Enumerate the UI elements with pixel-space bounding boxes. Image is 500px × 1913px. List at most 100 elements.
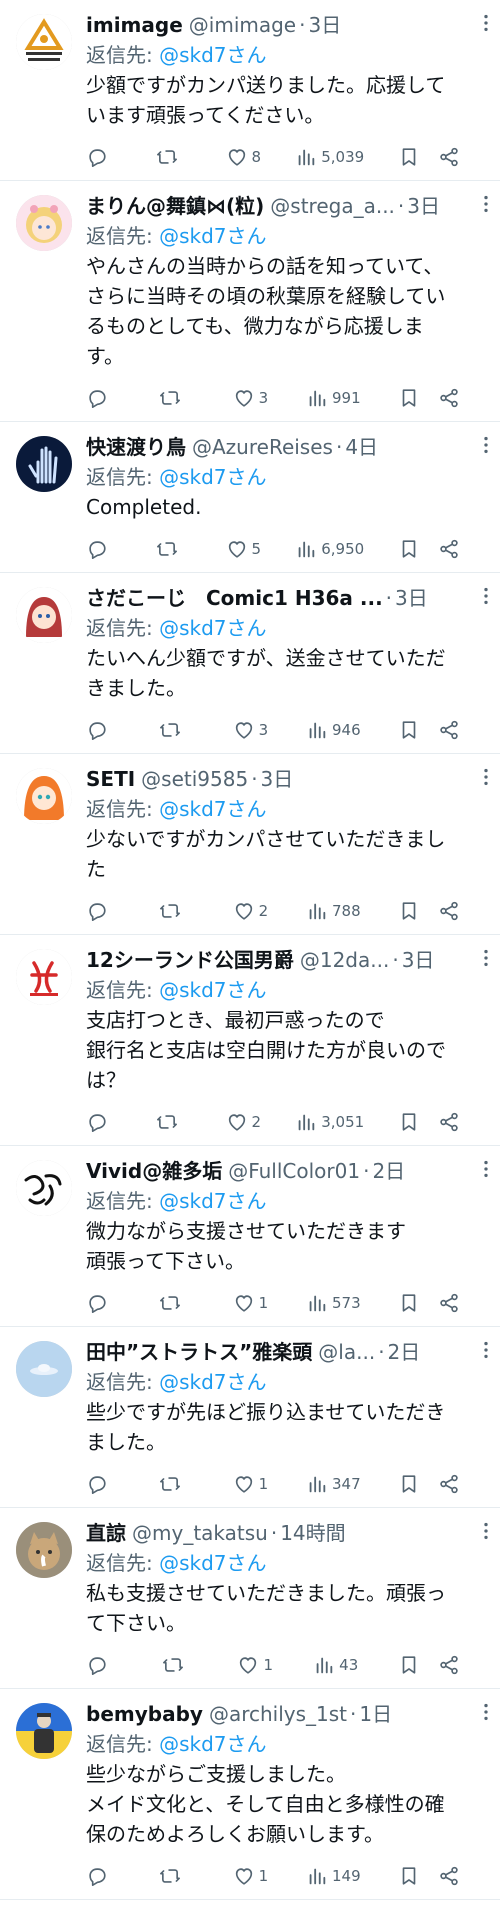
user-handle[interactable]: @FullColor01 xyxy=(228,1156,360,1186)
bookmark-button[interactable] xyxy=(398,1865,420,1887)
share-button[interactable] xyxy=(438,387,460,409)
reply-to-mention[interactable]: @skd7さん xyxy=(159,616,266,640)
avatar-ufo-sky[interactable] xyxy=(16,1341,72,1397)
reply-tweet[interactable]: SETI @seti9585 · 3日 返信先: @skd7さん 少ないですがカ… xyxy=(0,754,500,935)
reply-tweet[interactable]: 田中”ストラトス”雅楽頭 @la... · 2日 返信先: @skd7さん 些少… xyxy=(0,1327,500,1508)
reply-button[interactable] xyxy=(86,538,122,560)
reply-tweet[interactable]: 快速渡り鳥 @AzureReises · 4日 返信先: @skd7さん Com… xyxy=(0,422,500,573)
user-handle[interactable]: @strega_a... xyxy=(270,191,395,221)
views-button[interactable]: 149 xyxy=(306,1865,361,1887)
avatar-xray-hand[interactable] xyxy=(16,436,72,492)
reply-to-mention[interactable]: @skd7さん xyxy=(159,978,266,1002)
reply-tweet[interactable]: 直諒 @my_takatsu · 14時間 返信先: @skd7さん 私も支援さ… xyxy=(0,1508,500,1689)
display-name[interactable]: Vivid@雑多垢 xyxy=(86,1156,222,1186)
timestamp[interactable]: 3日 xyxy=(261,764,294,794)
repost-button[interactable] xyxy=(156,146,192,168)
timestamp[interactable]: 3日 xyxy=(402,945,435,975)
user-handle[interactable]: @archilys_1st xyxy=(209,1699,347,1729)
reply-tweet[interactable]: 12シーランド公国男爵 @12da... · 3日 返信先: @skd7さん 支… xyxy=(0,935,500,1146)
share-button[interactable] xyxy=(438,1111,460,1133)
bookmark-button[interactable] xyxy=(398,387,420,409)
timestamp[interactable]: 2日 xyxy=(388,1337,421,1367)
bookmark-button[interactable] xyxy=(398,1111,420,1133)
more-options-icon[interactable] xyxy=(472,434,500,462)
reply-button[interactable] xyxy=(86,1473,122,1495)
share-button[interactable] xyxy=(438,1292,460,1314)
like-button[interactable]: 1 xyxy=(233,1865,269,1887)
reply-button[interactable] xyxy=(86,1292,122,1314)
display-name[interactable]: 直諒 xyxy=(86,1518,126,1548)
avatar-girl-orange[interactable] xyxy=(16,768,72,824)
display-name[interactable]: SETI xyxy=(86,764,135,794)
views-button[interactable]: 788 xyxy=(306,900,361,922)
share-button[interactable] xyxy=(438,1865,460,1887)
share-button[interactable] xyxy=(438,900,460,922)
views-button[interactable]: 573 xyxy=(306,1292,361,1314)
reply-to-mention[interactable]: @skd7さん xyxy=(159,797,266,821)
bookmark-button[interactable] xyxy=(398,1292,420,1314)
share-button[interactable] xyxy=(438,538,460,560)
repost-button[interactable] xyxy=(156,1111,192,1133)
views-button[interactable]: 991 xyxy=(306,387,361,409)
more-options-icon[interactable] xyxy=(472,766,500,794)
reply-tweet[interactable]: imimage @imimage · 3日 返信先: @skd7さん 少額ですが… xyxy=(0,0,500,181)
reply-button[interactable] xyxy=(86,719,122,741)
reply-button[interactable] xyxy=(86,1111,122,1133)
like-button[interactable]: 8 xyxy=(226,146,262,168)
bookmark-button[interactable] xyxy=(398,146,420,168)
more-options-icon[interactable] xyxy=(472,947,500,975)
views-button[interactable]: 6,950 xyxy=(295,538,364,560)
share-button[interactable] xyxy=(438,1654,460,1676)
avatar-cat[interactable] xyxy=(16,1522,72,1578)
display-name[interactable]: 快速渡り鳥 xyxy=(86,432,186,462)
like-button[interactable]: 1 xyxy=(233,1473,269,1495)
views-button[interactable]: 3,051 xyxy=(295,1111,364,1133)
more-options-icon[interactable] xyxy=(472,1339,500,1367)
bookmark-button[interactable] xyxy=(398,719,420,741)
user-handle[interactable]: @la... xyxy=(318,1337,375,1367)
share-button[interactable] xyxy=(438,1473,460,1495)
reply-button[interactable] xyxy=(86,387,122,409)
views-button[interactable]: 5,039 xyxy=(295,146,364,168)
display-name[interactable]: まりん@舞鎮⋈(粒) xyxy=(86,191,264,221)
bookmark-button[interactable] xyxy=(398,538,420,560)
reply-to-mention[interactable]: @skd7さん xyxy=(159,465,266,489)
repost-button[interactable] xyxy=(159,1865,195,1887)
reply-button[interactable] xyxy=(86,146,122,168)
like-button[interactable]: 2 xyxy=(226,1111,262,1133)
timestamp[interactable]: 3日 xyxy=(395,583,428,613)
like-button[interactable]: 5 xyxy=(226,538,262,560)
avatar-girl-blonde[interactable] xyxy=(16,195,72,251)
reply-button[interactable] xyxy=(86,900,122,922)
reply-to-mention[interactable]: @skd7さん xyxy=(159,1370,266,1394)
like-button[interactable]: 3 xyxy=(233,719,269,741)
display-name[interactable]: さだこーじ Comic1 H36a ... xyxy=(86,583,383,613)
like-button[interactable]: 2 xyxy=(233,900,269,922)
reply-to-mention[interactable]: @skd7さん xyxy=(159,1551,266,1575)
share-button[interactable] xyxy=(438,146,460,168)
more-options-icon[interactable] xyxy=(472,193,500,221)
reply-button[interactable] xyxy=(86,1654,122,1676)
repost-button[interactable] xyxy=(159,1292,195,1314)
more-options-icon[interactable] xyxy=(472,585,500,613)
reply-tweet[interactable]: bemybaby @archilys_1st · 1日 返信先: @skd7さん… xyxy=(0,1689,500,1900)
reply-to-mention[interactable]: @skd7さん xyxy=(159,1189,266,1213)
repost-button[interactable] xyxy=(159,1473,195,1495)
bookmark-button[interactable] xyxy=(398,1473,420,1495)
views-button[interactable]: 347 xyxy=(306,1473,361,1495)
bookmark-button[interactable] xyxy=(398,900,420,922)
avatar-girl-redhair[interactable] xyxy=(16,587,72,643)
more-options-icon[interactable] xyxy=(472,12,500,40)
like-button[interactable]: 1 xyxy=(233,1292,269,1314)
views-button[interactable]: 946 xyxy=(306,719,361,741)
bookmark-button[interactable] xyxy=(398,1654,420,1676)
avatar-calligraphy[interactable] xyxy=(16,1160,72,1216)
reply-button[interactable] xyxy=(86,1865,122,1887)
user-handle[interactable]: @my_takatsu xyxy=(132,1518,268,1548)
repost-button[interactable] xyxy=(156,538,192,560)
reply-to-mention[interactable]: @skd7さん xyxy=(159,43,266,67)
timestamp[interactable]: 3日 xyxy=(308,10,341,40)
avatar-figure-ukraine[interactable] xyxy=(16,1703,72,1759)
timestamp[interactable]: 14時間 xyxy=(280,1518,345,1548)
more-options-icon[interactable] xyxy=(472,1701,500,1729)
